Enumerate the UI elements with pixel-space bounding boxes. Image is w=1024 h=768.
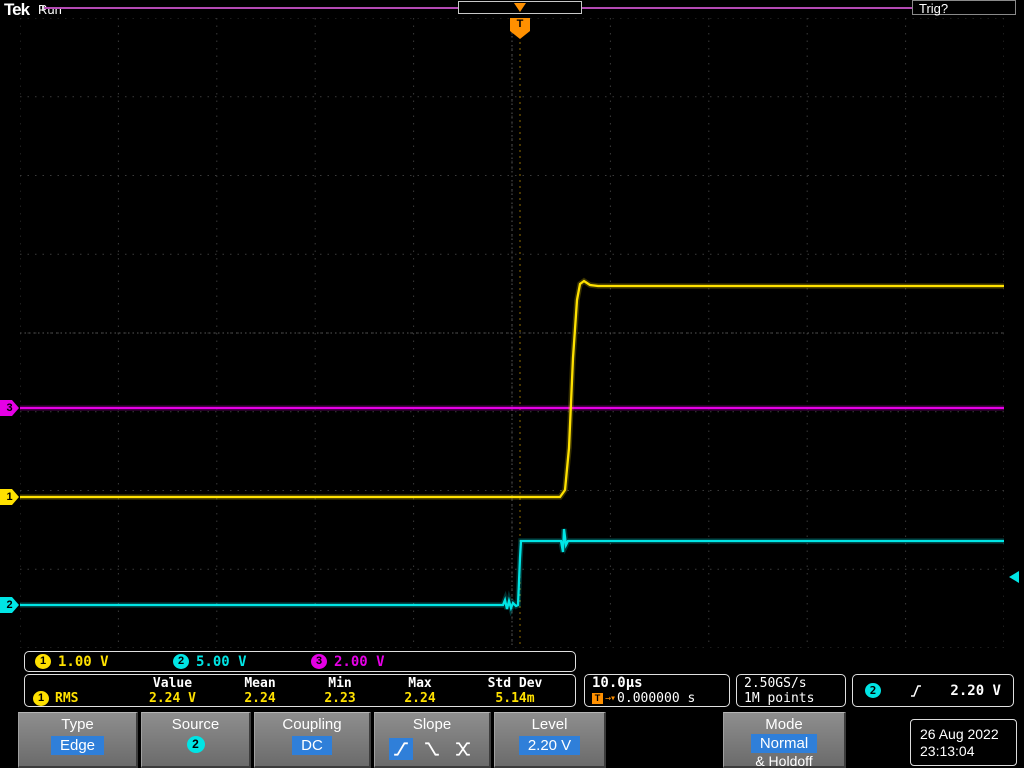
time-value: 23:13:04: [920, 742, 975, 759]
date-value: 26 Aug 2022: [920, 725, 999, 742]
menu-type-value: Edge: [50, 736, 105, 755]
channel-2-scale[interactable]: 2 5.00 V: [173, 654, 311, 670]
rising-slope-icon: [394, 742, 408, 756]
menu-source-button[interactable]: Source 2: [141, 712, 251, 768]
channel-3-marker[interactable]: 3: [0, 400, 19, 416]
menu-slope-button[interactable]: Slope: [374, 712, 491, 768]
tek-logo: Tek: [4, 0, 30, 19]
either-slope-icon: [456, 742, 470, 756]
measurement-header-min: Min: [328, 676, 352, 691]
trigger-level-value: 2.20 V: [950, 682, 1001, 699]
sample-rate: 2.50GS/s: [744, 676, 807, 691]
menu-coupling-button[interactable]: Coupling DC: [254, 712, 371, 768]
menu-source-channel-badge: 2: [186, 736, 205, 753]
rising-edge-icon: [910, 684, 921, 697]
menu-mode-value: Normal: [750, 734, 818, 753]
trigger-position-marker[interactable]: T: [510, 18, 530, 39]
slope-falling-option[interactable]: [420, 738, 444, 760]
menu-coupling-label: Coupling: [282, 716, 342, 733]
measurement-header-value: Value: [152, 676, 193, 691]
measurement-mean: 2.24: [244, 691, 276, 706]
measurement-value: 2.24 V: [149, 691, 196, 706]
measurement-header-max: Max: [408, 676, 432, 691]
acquisition-readout: 2.50GS/s 1M points: [736, 674, 846, 707]
channel-1-badge: 1: [35, 654, 51, 669]
channel-1-scale-value: 1.00 V: [58, 653, 109, 670]
measurement-name: RMS: [55, 691, 79, 706]
timebase-scale: 10.0µs: [592, 675, 643, 691]
menu-level-button[interactable]: Level 2.20 V: [494, 712, 606, 768]
waveform-display: [20, 18, 1004, 648]
menu-mode-label: Mode: [765, 716, 803, 733]
trigger-delay-t-icon: T: [592, 693, 603, 704]
menu-coupling-value: DC: [292, 736, 332, 755]
menu-source-label: Source: [171, 716, 220, 733]
menu-mode-holdoff: & Holdoff: [755, 753, 813, 768]
channel-1-marker[interactable]: 1: [0, 489, 19, 505]
measurement-table: Value Mean Min Max Std Dev 1 RMS 2.24 V …: [24, 674, 576, 707]
channel-scales-bar: 1 1.00 V 2 5.00 V 3 2.00 V: [24, 651, 576, 672]
measurement-header-stddev: Std Dev: [487, 676, 543, 691]
channel-3-badge: 3: [311, 654, 327, 669]
measurement-header-row: Value Mean Min Max Std Dev: [25, 676, 575, 691]
menu-level-label: Level: [531, 716, 568, 733]
measurement-max: 2.24: [404, 691, 436, 706]
menu-slope-label: Slope: [412, 716, 452, 733]
datetime-box: 26 Aug 2022 23:13:04: [910, 719, 1017, 766]
falling-slope-icon: [425, 742, 439, 756]
measurement-channel-badge: 1: [33, 691, 49, 706]
menu-level-value: 2.20 V: [518, 736, 581, 755]
measurement-stddev: 5.14m: [495, 691, 535, 706]
menu-mode-button[interactable]: Mode Normal & Holdoff: [723, 712, 846, 768]
horizontal-delay-value: 0.000000 s: [617, 691, 696, 706]
horizontal-readout: 10.0µs T →▾ 0.000000 s: [584, 674, 730, 707]
menu-type-label: Type: [61, 716, 94, 733]
channel-3-scale-value: 2.00 V: [334, 653, 385, 670]
trigger-readout: 2 2.20 V: [852, 674, 1014, 707]
channel-2-badge: 2: [173, 654, 189, 669]
trigger-source-badge: 2: [865, 683, 881, 698]
channel-3-scale[interactable]: 3 2.00 V: [311, 654, 449, 670]
trigger-level-arrow-icon[interactable]: [1009, 571, 1019, 583]
measurement-row: 1 RMS 2.24 V 2.24 2.23 2.24 5.14m: [25, 691, 575, 706]
oscilloscope-screen: Tek Run Trig? T 3 1 2 1 1.00 V 2 5.00 V …: [0, 0, 1024, 768]
record-trigger-arrow-icon: [514, 3, 526, 12]
slope-rising-option[interactable]: [389, 738, 413, 760]
measurement-header-mean: Mean: [244, 676, 276, 691]
trigger-flag-tip-icon: [510, 31, 530, 39]
trigger-status-badge: Trig?: [912, 0, 1016, 16]
slope-either-option[interactable]: [451, 738, 475, 760]
channel-2-marker[interactable]: 2: [0, 597, 19, 613]
channel-2-scale-value: 5.00 V: [196, 653, 247, 670]
trigger-delay-arrow-icon: →▾: [605, 693, 616, 704]
menu-type-button[interactable]: Type Edge: [18, 712, 138, 768]
trigger-flag-label: T: [510, 18, 530, 31]
record-length: 1M points: [744, 691, 815, 706]
channel-1-scale[interactable]: 1 1.00 V: [35, 654, 173, 670]
measurement-min: 2.23: [324, 691, 356, 706]
